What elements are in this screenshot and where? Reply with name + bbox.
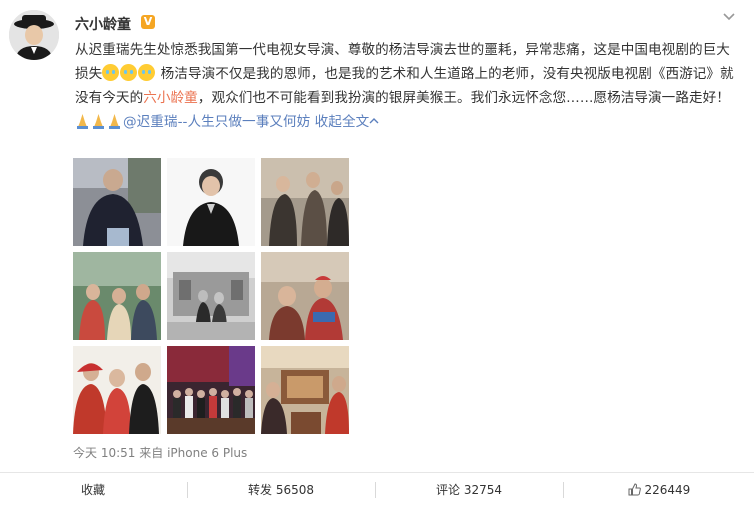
post-time[interactable]: 今天 10:51 (73, 446, 135, 460)
crying-emoji-icon (138, 64, 156, 81)
photo-thumbnail[interactable] (167, 346, 255, 434)
repost-button[interactable]: 转发 56508 (188, 473, 374, 507)
chevron-down-icon[interactable] (722, 12, 736, 22)
photo-thumbnail[interactable] (73, 252, 161, 340)
author-name[interactable]: 六小龄童 (75, 14, 131, 34)
collapse-link[interactable]: 收起全文 (315, 114, 370, 130)
pray-icon (77, 114, 88, 129)
chevron-up-icon[interactable] (369, 117, 379, 125)
photo-thumbnail[interactable] (261, 158, 349, 246)
photo-image (73, 158, 161, 246)
crying-emoji-icon (102, 64, 120, 81)
comment-label: 评论 32754 (436, 483, 502, 497)
photo-thumbnail[interactable] (261, 346, 349, 434)
post-device[interactable]: iPhone 6 Plus (167, 446, 247, 460)
pray-icon (109, 114, 120, 129)
action-bar: 收藏 转发 56508 评论 32754 226449 (0, 472, 754, 507)
photo-thumbnail[interactable] (261, 252, 349, 340)
pray-icon (93, 114, 104, 129)
like-button[interactable]: 226449 (564, 473, 754, 507)
favorite-button[interactable]: 收藏 (0, 473, 186, 507)
avatar[interactable] (9, 10, 59, 60)
photo-image (167, 346, 255, 434)
post-text-3: ，观众们也不可能看到我扮演的银屏美猴王。我们永远怀念您……愿杨洁导演一路走好！ (197, 90, 730, 106)
photo-thumbnail[interactable] (167, 252, 255, 340)
photo-image (261, 158, 349, 246)
verified-badge: V (141, 15, 155, 29)
photo-image (73, 346, 161, 434)
photo-image (261, 346, 349, 434)
favorite-label: 收藏 (80, 483, 105, 497)
repost-label: 转发 56508 (248, 483, 314, 497)
post-meta: 今天 10:51 来自 iPhone 6 Plus (73, 444, 247, 461)
photo-image (167, 158, 255, 246)
thumbs-up-icon (628, 483, 641, 496)
photo-thumbnail[interactable] (73, 346, 161, 434)
photo-image (261, 252, 349, 340)
topic-mention-self[interactable]: 六小龄童 (143, 90, 198, 106)
photo-thumbnail[interactable] (73, 158, 161, 246)
from-label: 来自 (139, 446, 164, 460)
user-mention-link[interactable]: @迟重瑞--人生只做一事又何妨 (123, 114, 310, 130)
photo-thumbnail[interactable] (167, 158, 255, 246)
photo-image (167, 252, 255, 340)
comment-button[interactable]: 评论 32754 (376, 473, 562, 507)
crying-emoji-icon (120, 64, 138, 81)
photo-image (73, 252, 161, 340)
like-count: 226449 (644, 483, 691, 497)
avatar-image (9, 10, 59, 60)
post-content: 从迟重瑞先生处惊悉我国第一代电视女导演、尊敬的杨洁导演去世的噩耗，异常悲痛，这是… (75, 38, 743, 134)
